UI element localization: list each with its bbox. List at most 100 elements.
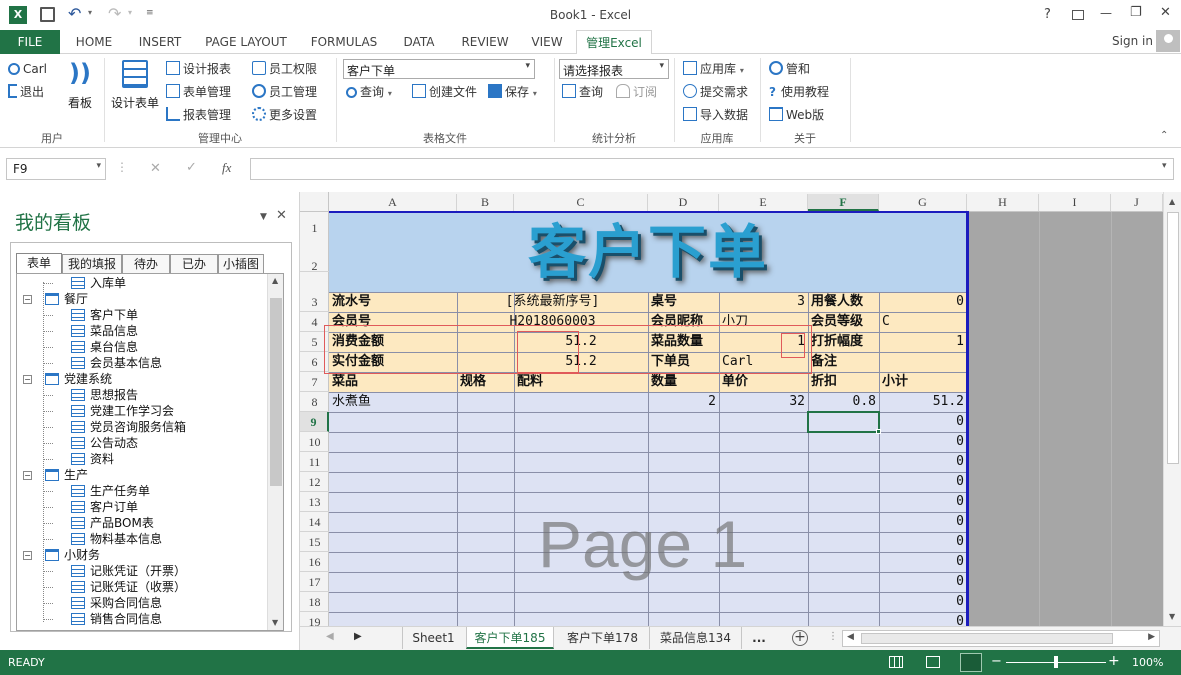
avatar[interactable] — [1156, 30, 1180, 52]
tree-item[interactable]: 菜品信息 — [17, 323, 267, 339]
collapse-toggle-icon[interactable]: − — [23, 295, 32, 304]
cell-unit-price[interactable]: 32 — [719, 392, 808, 412]
sheet-tab-order-178[interactable]: 客户下单178 — [556, 627, 650, 649]
value-serial-no[interactable]: [系统最新序号] — [457, 292, 648, 312]
tab-formulas[interactable]: FORMULAS — [306, 30, 382, 54]
value-table-no[interactable]: 3 — [719, 292, 808, 312]
tab-home[interactable]: HOME — [68, 30, 120, 54]
collapse-toggle-icon[interactable]: − — [23, 375, 32, 384]
tree-item[interactable]: 客户下单 — [17, 307, 267, 323]
design-report-button[interactable]: 设计报表 — [166, 61, 231, 77]
tree-item[interactable]: 记账凭证（开票） — [17, 563, 267, 579]
create-file-button[interactable]: 创建文件 — [412, 84, 477, 100]
tree-item[interactable]: 资料 — [17, 451, 267, 467]
fill-handle[interactable] — [876, 429, 881, 434]
tree-item[interactable]: 思想报告 — [17, 387, 267, 403]
value-member-level[interactable]: C — [882, 312, 967, 332]
cell-subtotal[interactable]: 0 — [879, 552, 967, 572]
more-settings-button[interactable]: 更多设置 — [252, 107, 317, 123]
save-file-button[interactable]: 保存 ▾ — [488, 84, 537, 102]
tree-item[interactable]: 销售合同信息 — [17, 611, 267, 627]
tree-item[interactable]: 入库单 — [17, 275, 267, 291]
cell-subtotal[interactable]: 0 — [879, 572, 967, 592]
emp-mgmt-button[interactable]: 员工管理 — [252, 84, 317, 100]
tab-data[interactable]: DATA — [394, 30, 444, 54]
insert-function-icon[interactable]: fx — [222, 160, 231, 176]
logout-button[interactable]: 退出 — [8, 84, 44, 100]
cell-subtotal[interactable]: 0 — [879, 452, 967, 472]
stats-query-button[interactable]: 查询 — [562, 84, 603, 100]
submit-request-button[interactable]: 提交需求 — [683, 84, 748, 100]
sheet-tab-more[interactable]: ... — [744, 627, 774, 649]
tree-item[interactable]: 公告动态 — [17, 435, 267, 451]
tree-item[interactable]: 党员咨询服务信箱 — [17, 419, 267, 435]
table-select[interactable]: 客户下单 ▾ — [343, 59, 535, 79]
tab-scroll-right-icon[interactable]: ▶ — [354, 631, 362, 642]
collapse-toggle-icon[interactable]: − — [23, 471, 32, 480]
design-form-button[interactable]: 设计表单 — [108, 60, 162, 116]
cell-discount[interactable]: 0.8 — [808, 392, 879, 412]
expand-formula-icon[interactable]: ▾ — [1162, 161, 1167, 171]
tab-page-layout[interactable]: PAGE LAYOUT — [200, 30, 292, 54]
pane-tab-todo[interactable]: 待办 — [122, 254, 170, 273]
zoom-in-icon[interactable]: + — [1108, 653, 1120, 669]
pane-tab-my-submissions[interactable]: 我的填报 — [62, 254, 122, 273]
board-button[interactable]: )) 看板 — [62, 60, 98, 116]
tab-review[interactable]: REVIEW — [456, 30, 514, 54]
tab-insert[interactable]: INSERT — [130, 30, 190, 54]
app-library-button[interactable]: 应用库 ▾ — [683, 61, 744, 79]
active-cell[interactable] — [807, 411, 880, 433]
tree-item[interactable]: 会员基本信息 — [17, 355, 267, 371]
ribbon-display-button[interactable] — [1072, 10, 1084, 20]
close-button[interactable]: ✕ — [1160, 5, 1171, 20]
tutorial-button[interactable]: ? 使用教程 — [769, 84, 829, 100]
pane-close-icon[interactable]: ✕ — [276, 208, 287, 223]
report-select[interactable]: 请选择报表 ▾ — [559, 59, 669, 79]
import-data-button[interactable]: 导入数据 — [683, 107, 748, 123]
tree-scrollbar[interactable]: ▲ ▼ — [267, 274, 283, 630]
pane-tab-done[interactable]: 已办 — [170, 254, 218, 273]
tree-item[interactable]: 产品BOM表 — [17, 515, 267, 531]
name-box[interactable]: F9 ▾ — [6, 158, 106, 180]
cell-subtotal[interactable]: 0 — [879, 532, 967, 552]
pane-tab-forms[interactable]: 表单 — [16, 253, 62, 273]
emp-perm-button[interactable]: 员工权限 — [252, 61, 317, 77]
cancel-entry-icon[interactable]: ✕ — [150, 161, 161, 176]
worksheet-grid[interactable]: A B C D E F G H I J 1 2 3 4 5 6 7 8 9 10… — [300, 192, 1181, 650]
sheet-tab-order-185[interactable]: 客户下单185 — [466, 627, 554, 649]
restore-button[interactable]: ❐ — [1130, 5, 1142, 20]
confirm-entry-icon[interactable]: ✓ — [186, 160, 197, 175]
sheet-tab-dish-134[interactable]: 菜品信息134 — [650, 627, 742, 649]
sheet-tab-sheet1[interactable]: Sheet1 — [402, 627, 464, 649]
pane-tab-illustrations[interactable]: 小插图 — [218, 254, 264, 273]
cell-quantity[interactable]: 2 — [648, 392, 719, 412]
tree-folder[interactable]: − 餐厅 — [17, 291, 267, 307]
value-discount-rate[interactable]: 1 — [879, 332, 967, 352]
tree-folder[interactable]: − 生产 — [17, 467, 267, 483]
value-diners[interactable]: 0 — [879, 292, 967, 312]
tab-view[interactable]: VIEW — [524, 30, 570, 54]
cell-subtotal[interactable]: 0 — [879, 412, 967, 432]
tree-item[interactable]: 桌台信息 — [17, 339, 267, 355]
subscribe-button[interactable]: 订阅 — [616, 84, 657, 100]
page-layout-view-icon[interactable] — [926, 656, 940, 668]
cell-subtotal[interactable]: 0 — [879, 472, 967, 492]
add-sheet-icon[interactable]: + — [792, 630, 808, 646]
web-version-button[interactable]: Web版 — [769, 107, 824, 123]
cell-subtotal[interactable]: 0 — [879, 492, 967, 512]
tab-manage-excel[interactable]: 管理Excel — [576, 30, 652, 55]
tree-item[interactable]: 记账凭证（收票） — [17, 579, 267, 595]
formula-input[interactable] — [250, 158, 1174, 180]
tree-item[interactable]: 客户订单 — [17, 499, 267, 515]
page-break-view-icon[interactable] — [960, 653, 982, 672]
admin-button[interactable]: 管和 — [769, 61, 810, 77]
collapse-toggle-icon[interactable]: − — [23, 551, 32, 560]
tree-item[interactable]: 生产任务单 — [17, 483, 267, 499]
zoom-slider-thumb[interactable] — [1054, 656, 1058, 668]
form-mgmt-button[interactable]: 表单管理 — [166, 84, 231, 100]
vertical-scrollbar[interactable]: ▲ ▼ — [1163, 192, 1181, 626]
tree-folder[interactable]: − 党建系统 — [17, 371, 267, 387]
zoom-level[interactable]: 100% — [1132, 656, 1163, 669]
tab-scroll-left-icon[interactable]: ◀ — [326, 631, 334, 642]
horizontal-scrollbar[interactable]: ◀ ▶ — [842, 630, 1160, 647]
